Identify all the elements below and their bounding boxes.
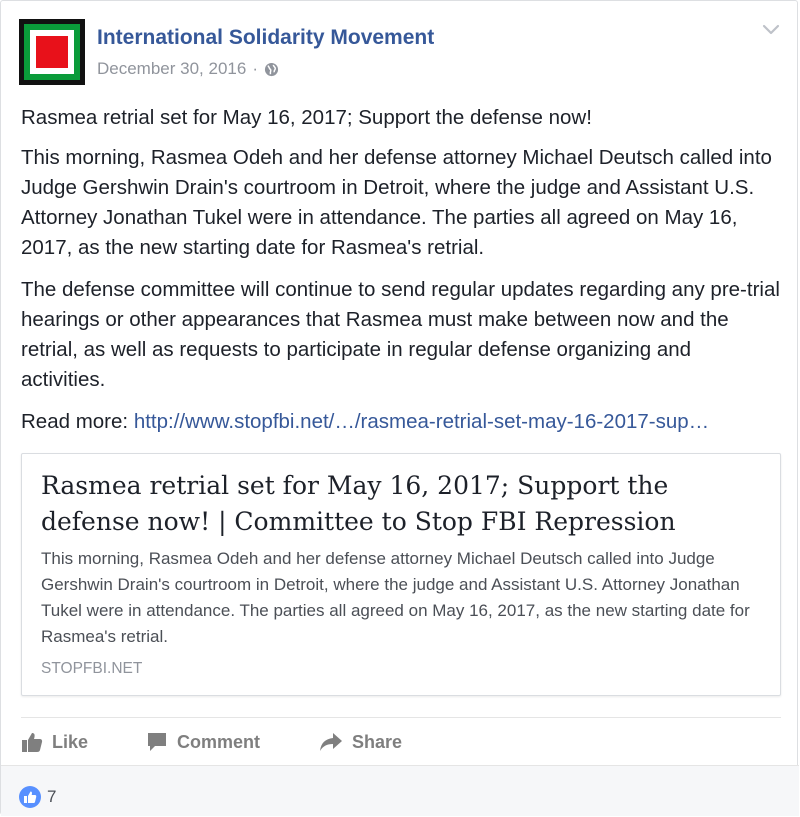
read-more-label: Read more: bbox=[21, 410, 134, 433]
comment-button[interactable]: Comment bbox=[146, 726, 260, 758]
facebook-post: International Solidarity Movement Decemb… bbox=[0, 0, 799, 816]
post-paragraph: The defense committee will continue to s… bbox=[21, 278, 780, 391]
reaction-count: 7 bbox=[47, 787, 57, 806]
reactions-summary[interactable]: 7 bbox=[19, 786, 56, 808]
post-date[interactable]: December 30, 2016 bbox=[97, 59, 246, 79]
like-button[interactable]: Like bbox=[21, 726, 88, 758]
chevron-down-icon[interactable] bbox=[761, 23, 781, 37]
link-card-domain: STOPFBI.NET bbox=[41, 660, 143, 677]
share-label: Share bbox=[352, 731, 403, 752]
post-headline: Rasmea retrial set for May 16, 2017; Sup… bbox=[21, 106, 592, 129]
share-arrow-icon bbox=[320, 733, 342, 751]
avatar-red-square bbox=[36, 36, 68, 68]
post-actions-bar: Like Comment Share bbox=[21, 726, 781, 758]
meta-separator: · bbox=[252, 59, 258, 78]
speech-bubble-icon bbox=[148, 733, 166, 751]
globe-icon[interactable] bbox=[264, 62, 279, 77]
post-paragraph: This morning, Rasmea Odeh and her defens… bbox=[21, 146, 772, 259]
comment-label: Comment bbox=[177, 731, 261, 752]
reactions-footer: 7 bbox=[1, 765, 799, 816]
thumbs-up-icon bbox=[22, 733, 43, 752]
read-more-line: Read more: http://www.stopfbi.net/…/rasm… bbox=[21, 407, 781, 437]
link-preview-card[interactable]: Rasmea retrial set for May 16, 2017; Sup… bbox=[21, 453, 781, 696]
post-header: International Solidarity Movement Decemb… bbox=[19, 19, 779, 89]
share-button[interactable]: Share bbox=[319, 726, 402, 758]
page-avatar[interactable] bbox=[19, 19, 85, 85]
page-name-link[interactable]: International Solidarity Movement bbox=[97, 26, 434, 50]
like-reaction-icon bbox=[19, 786, 41, 808]
post-meta: December 30, 2016 · bbox=[97, 59, 279, 79]
actions-divider bbox=[21, 717, 781, 718]
read-more-link[interactable]: http://www.stopfbi.net/…/rasmea-retrial-… bbox=[134, 410, 709, 433]
like-label: Like bbox=[52, 731, 89, 752]
post-body: Rasmea retrial set for May 16, 2017; Sup… bbox=[21, 103, 781, 449]
link-card-title[interactable]: Rasmea retrial set for May 16, 2017; Sup… bbox=[41, 468, 766, 540]
link-card-description: This morning, Rasmea Odeh and her defens… bbox=[41, 549, 750, 646]
